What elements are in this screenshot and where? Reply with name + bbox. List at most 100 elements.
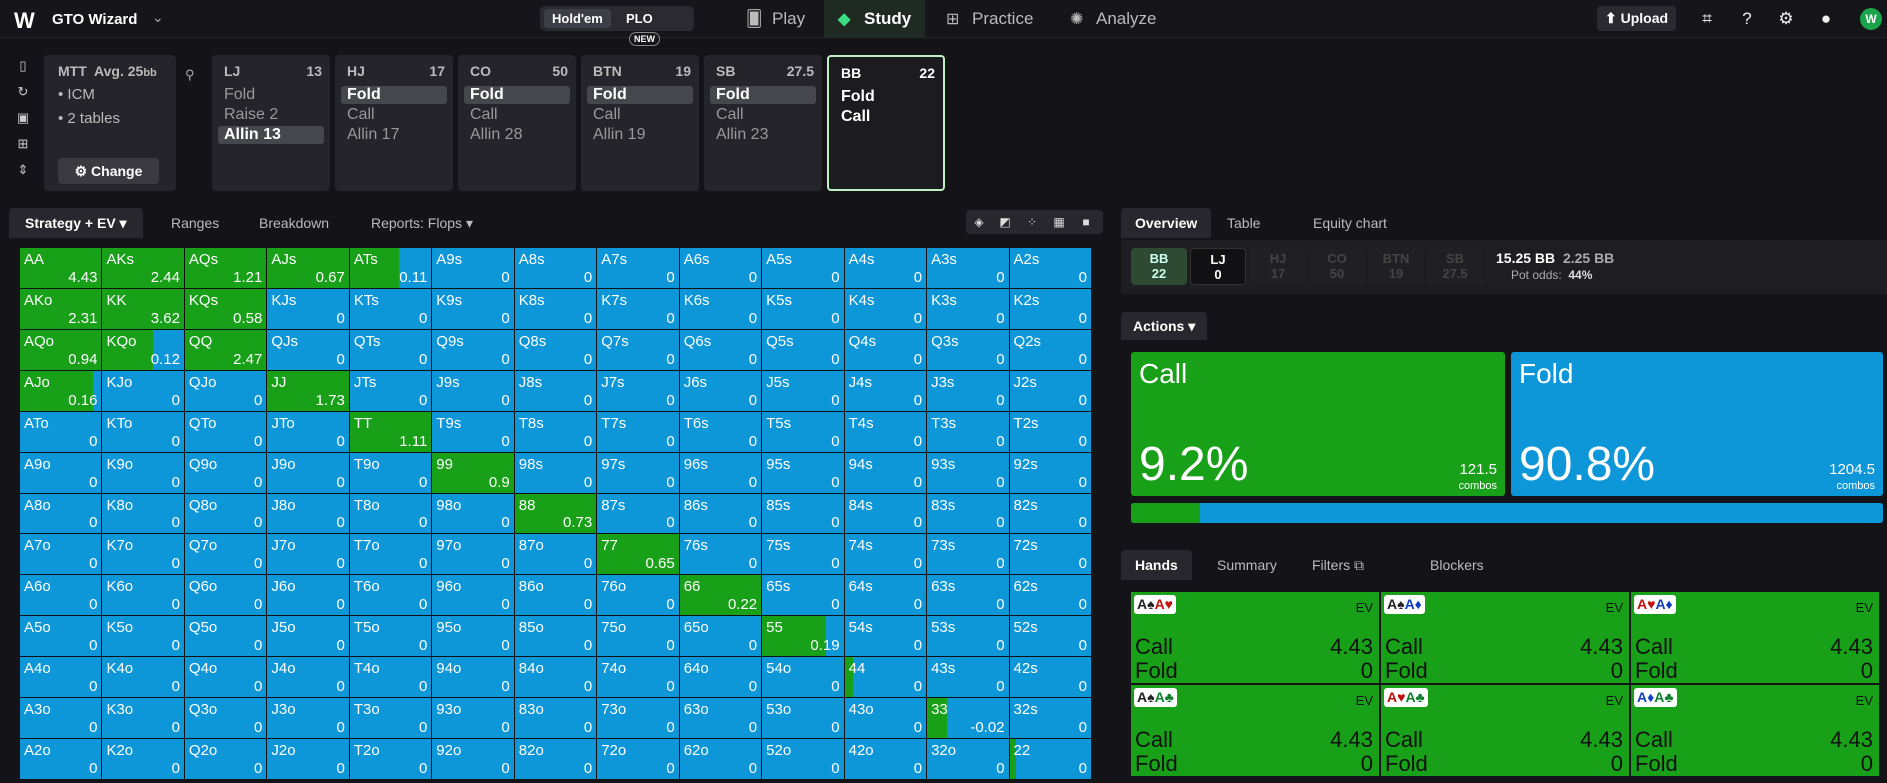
hand-cell[interactable]: T4s 0 [844,411,927,452]
hand-cell[interactable]: AJo 0.16 [20,370,102,411]
action-fold-box[interactable]: Fold 90.8% 1204.5 combos [1511,352,1883,496]
hand-cell[interactable]: Q8o 0 [184,493,267,534]
hand-cell[interactable]: AJs 0.67 [267,248,349,288]
hand-cell[interactable]: J8s 0 [514,370,597,411]
chip-bb[interactable]: BB 22 [1131,248,1187,285]
hand-cell[interactable]: 65o 0 [679,616,762,657]
position-card-co[interactable]: CO 50 Fold Call Allin 28 [458,55,576,191]
position-action[interactable]: Call [835,108,941,126]
hand-cell[interactable]: KK 3.62 [102,288,184,329]
position-card-bb[interactable]: BB 22 Fold Call [827,55,945,191]
hand-cell[interactable]: J7s 0 [597,370,679,411]
tab-breakdown[interactable]: Breakdown [243,208,345,238]
hand-cell[interactable]: 73s 0 [927,534,1009,575]
hand-cell[interactable]: K2o 0 [102,739,184,779]
tab-blockers[interactable]: Blockers [1416,550,1498,580]
history-icon[interactable]: ↻ [9,84,37,110]
logo[interactable]: W [14,8,35,34]
hand-cell[interactable]: 42s 0 [1009,657,1091,698]
hand-cell[interactable]: 94o 0 [432,657,514,698]
hand-cell[interactable]: 97o 0 [432,534,514,575]
tab-overview[interactable]: Overview [1121,208,1212,238]
position-card-hj[interactable]: HJ 17 Fold Call Allin 17 [335,55,453,191]
hand-cell[interactable]: 76o 0 [597,575,679,616]
combo-card[interactable]: A♠A♦ EV Call 4.43 Fold 0 [1381,592,1629,683]
position-action[interactable]: Call [341,106,447,124]
hand-cell[interactable]: ATs 0.11 [349,248,432,288]
hand-cell[interactable]: 32s 0 [1009,698,1091,739]
hand-cell[interactable]: QQ 2.47 [184,329,267,370]
hand-cell[interactable]: 99 0.9 [432,452,514,493]
app-name[interactable]: GTO Wizard [52,11,137,28]
hand-cell[interactable]: J2s 0 [1009,370,1091,411]
position-action[interactable]: Fold [710,86,816,104]
hand-cell[interactable]: A2s 0 [1009,248,1091,288]
hand-cell[interactable]: 85o 0 [514,616,597,657]
hand-cell[interactable]: 83s 0 [927,493,1009,534]
hand-cell[interactable]: T9s 0 [432,411,514,452]
tab-table[interactable]: Table [1213,208,1274,238]
hand-cell[interactable]: 97s 0 [597,452,679,493]
hand-cell[interactable]: J5o 0 [267,616,349,657]
hand-cell[interactable]: 42o 0 [844,739,927,779]
actions-dropdown[interactable]: Actions ▾ [1121,312,1208,340]
hand-cell[interactable]: J8o 0 [267,493,349,534]
hand-cell[interactable]: T6o 0 [349,575,432,616]
hand-cell[interactable]: 64o 0 [679,657,762,698]
hand-cell[interactable]: J3s 0 [927,370,1009,411]
hand-cell[interactable]: Q9o 0 [184,452,267,493]
hand-cell[interactable]: 95s 0 [762,452,844,493]
nav-analyze[interactable]: ✺ Analyze [1056,0,1170,38]
hand-cell[interactable]: T4o 0 [349,657,432,698]
hand-cell[interactable]: K6s 0 [679,288,762,329]
position-action[interactable]: Allin 23 [710,126,816,144]
hand-cell[interactable]: T2s 0 [1009,411,1091,452]
hand-cell[interactable]: 54o 0 [762,657,844,698]
hand-cell[interactable]: 87s 0 [597,493,679,534]
hand-cell[interactable]: JTo 0 [267,411,349,452]
chip-btn[interactable]: BTN 19 [1368,248,1424,285]
hand-cell[interactable]: A8o 0 [20,493,102,534]
hand-cell[interactable]: A2o 0 [20,739,102,779]
compact-icon[interactable]: ⁘ [1023,213,1041,231]
hand-cell[interactable]: 73o 0 [597,698,679,739]
hand-cell[interactable]: T8o 0 [349,493,432,534]
position-action[interactable]: Allin 17 [341,126,447,144]
hand-cell[interactable]: 52o 0 [762,739,844,779]
hand-cell[interactable]: 44 0 [844,657,927,698]
hand-cell[interactable]: 33 -0.02 [927,698,1009,739]
hand-cell[interactable]: 55 0.19 [762,616,844,657]
hand-cell[interactable]: A9o 0 [20,452,102,493]
hand-cell[interactable]: 64s 0 [844,575,927,616]
hand-cell[interactable]: Q9s 0 [432,329,514,370]
save-icon[interactable]: ▣ [9,110,37,136]
hand-cell[interactable]: KJs 0 [267,288,349,329]
hand-cell[interactable]: 74s 0 [844,534,927,575]
hand-cell[interactable]: A3o 0 [20,698,102,739]
hand-cell[interactable]: A5s 0 [762,248,844,288]
hand-cell[interactable]: J6o 0 [267,575,349,616]
hand-cell[interactable]: 82o 0 [514,739,597,779]
branch-icon[interactable]: ⚲ [185,67,195,83]
hand-cell[interactable]: A6s 0 [679,248,762,288]
hand-cell[interactable]: A3s 0 [927,248,1009,288]
hand-cell[interactable]: 52s 0 [1009,616,1091,657]
hand-cell[interactable]: 62o 0 [679,739,762,779]
hand-cell[interactable]: 43o 0 [844,698,927,739]
hand-cell[interactable]: J5s 0 [762,370,844,411]
hand-cell[interactable]: A9s 0 [432,248,514,288]
hand-cell[interactable]: J7o 0 [267,534,349,575]
hand-cell[interactable]: K4o 0 [102,657,184,698]
hand-cell[interactable]: Q3s 0 [927,329,1009,370]
hand-cell[interactable]: J6s 0 [679,370,762,411]
position-action[interactable]: Call [464,106,570,124]
hand-cell[interactable]: Q4o 0 [184,657,267,698]
hand-cell[interactable]: J9o 0 [267,452,349,493]
hand-cell[interactable]: 63o 0 [679,698,762,739]
position-action[interactable]: Allin 13 [218,126,324,144]
hand-cell[interactable]: A5o 0 [20,616,102,657]
hand-cell[interactable]: 22 0 [1009,739,1091,779]
hand-cell[interactable]: 53s 0 [927,616,1009,657]
hand-cell[interactable]: 32o 0 [927,739,1009,779]
hand-cell[interactable]: 86s 0 [679,493,762,534]
